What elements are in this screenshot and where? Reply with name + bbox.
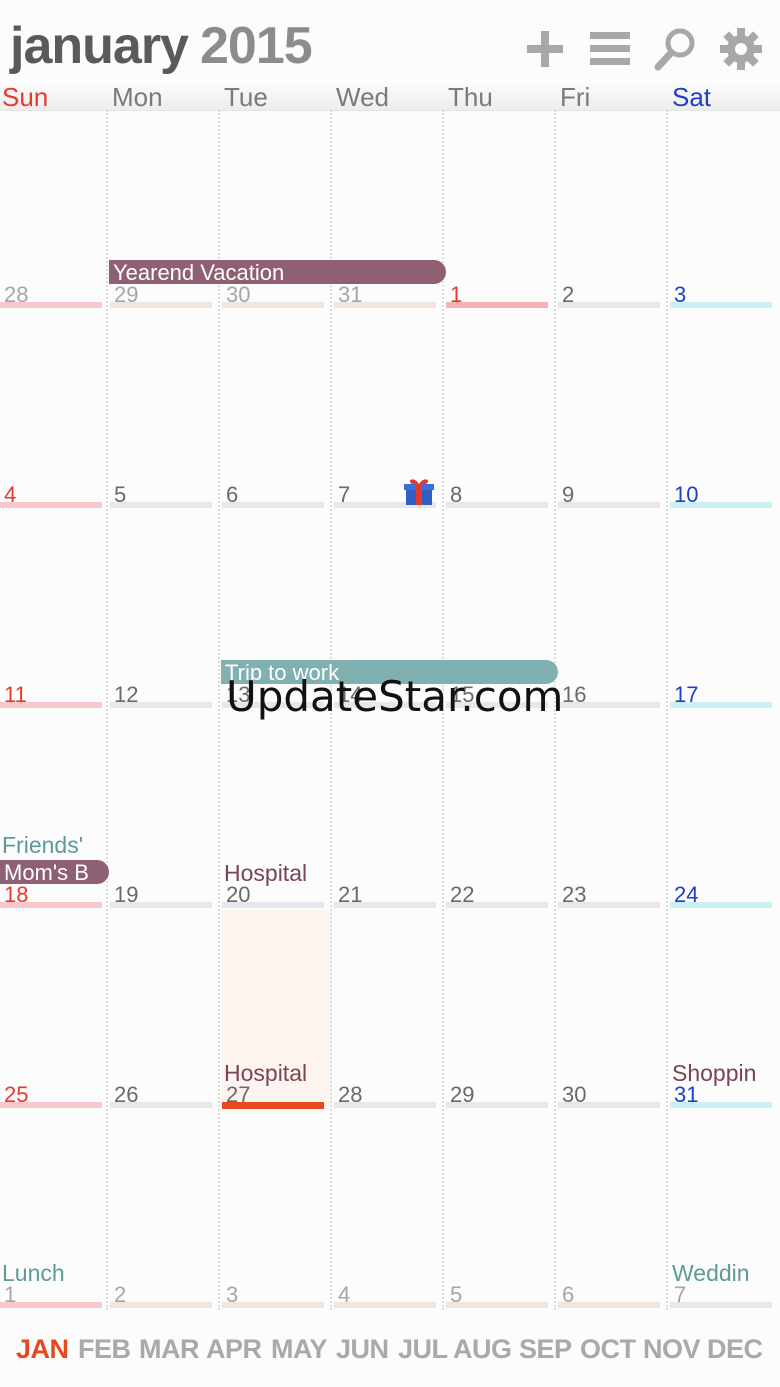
weekday-wed: Wed [336, 82, 389, 112]
month-tab-may[interactable]: MAY [271, 1334, 328, 1365]
day-underline [0, 302, 102, 308]
day-underline [446, 502, 548, 508]
weekday-sun: Sun [2, 82, 49, 112]
day-underline [446, 1302, 548, 1308]
gear-icon[interactable] [716, 24, 766, 74]
weekday-mon: Mon [112, 82, 163, 112]
day-underline [110, 1302, 212, 1308]
weekday-header: Sun Mon Tue Wed Thu Fri Sat [0, 82, 780, 112]
list-icon[interactable] [585, 24, 635, 74]
day-underline [670, 1102, 772, 1108]
day-underline [670, 1302, 772, 1308]
day-underline [558, 702, 660, 708]
day-underline [110, 302, 212, 308]
day-underline [558, 1102, 660, 1108]
column-divider [218, 110, 220, 1310]
event-shopping[interactable]: Shoppin [670, 1060, 780, 1087]
add-icon[interactable] [520, 24, 570, 74]
column-divider [666, 110, 668, 1310]
month-tab-oct[interactable]: OCT [580, 1334, 636, 1365]
day-underline [222, 302, 324, 308]
day-underline [670, 702, 772, 708]
day-underline [670, 902, 772, 908]
month-tab-aug[interactable]: AUG [453, 1334, 512, 1365]
day-underline [0, 702, 102, 708]
day-underline [558, 502, 660, 508]
day-underline [222, 1102, 324, 1109]
day-underline [558, 302, 660, 308]
day-underline [110, 702, 212, 708]
day-underline [110, 902, 212, 908]
day-underline [558, 902, 660, 908]
day-underline [0, 902, 102, 908]
month-title: january 2015 [10, 16, 313, 76]
event-wedding[interactable]: Weddin [670, 1260, 780, 1287]
day-underline [110, 1102, 212, 1108]
day-underline [334, 902, 436, 908]
month-tab-dec[interactable]: DEC [707, 1334, 763, 1365]
day-underline [446, 1102, 548, 1108]
weekday-fri: Fri [560, 82, 591, 112]
column-divider [106, 110, 108, 1310]
month-tab-jan[interactable]: JAN [16, 1334, 69, 1365]
gift-icon[interactable] [404, 478, 434, 506]
month-name: january [10, 17, 189, 75]
day-underline [222, 902, 324, 908]
day-underline [558, 1302, 660, 1308]
event-lunch[interactable]: Lunch [0, 1260, 108, 1287]
year-label: 2015 [199, 17, 313, 75]
day-underline [446, 302, 548, 308]
event-moms-birthday[interactable]: Mom's B [0, 860, 109, 884]
weekday-tue: Tue [224, 82, 268, 112]
month-tab-jun[interactable]: JUN [336, 1334, 389, 1365]
month-tab-jul[interactable]: JUL [398, 1334, 448, 1365]
event-yearend-vacation[interactable]: Yearend Vacation [109, 260, 446, 284]
month-tab-sep[interactable]: SEP [519, 1334, 572, 1365]
weekday-thu: Thu [448, 82, 493, 112]
day-underline [0, 1102, 102, 1108]
month-tab-feb[interactable]: FEB [78, 1334, 131, 1365]
day-underline [110, 502, 212, 508]
day-underline [670, 302, 772, 308]
watermark: UpdateStar.com [226, 672, 564, 721]
day-underline [0, 502, 102, 508]
month-tab-nov[interactable]: NOV [643, 1334, 701, 1365]
event-hospital-20[interactable]: Hospital [222, 860, 332, 887]
day-underline [0, 1302, 102, 1308]
day-underline [334, 1302, 436, 1308]
month-tab-apr[interactable]: APR [206, 1334, 262, 1365]
day-underline [670, 502, 772, 508]
day-underline [334, 302, 436, 308]
day-underline [222, 1302, 324, 1308]
month-tab-mar[interactable]: MAR [139, 1334, 200, 1365]
event-hospital-27[interactable]: Hospital [222, 1060, 332, 1087]
day-underline [446, 902, 548, 908]
month-selector: JAN FEB MAR APR MAY JUN JUL AUG SEP OCT NOV DEC [0, 1310, 780, 1387]
event-friends[interactable]: Friends' [0, 832, 108, 859]
calendar-header: january 2015 Sun Mon Tue Wed Thu Fri Sat [0, 0, 780, 112]
day-underline [334, 1102, 436, 1108]
weekday-sat: Sat [672, 82, 712, 112]
search-icon[interactable] [650, 24, 700, 74]
day-underline [222, 502, 324, 508]
